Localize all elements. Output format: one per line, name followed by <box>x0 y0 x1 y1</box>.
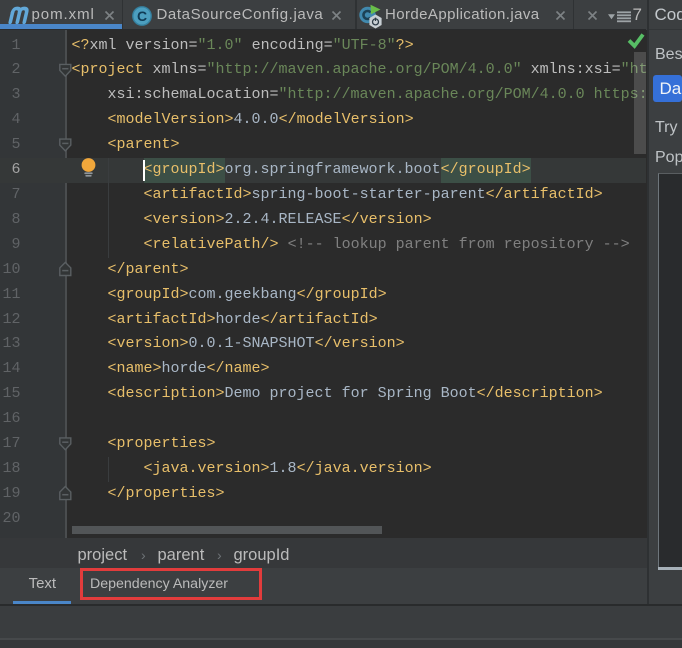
svg-text:C: C <box>137 8 147 24</box>
